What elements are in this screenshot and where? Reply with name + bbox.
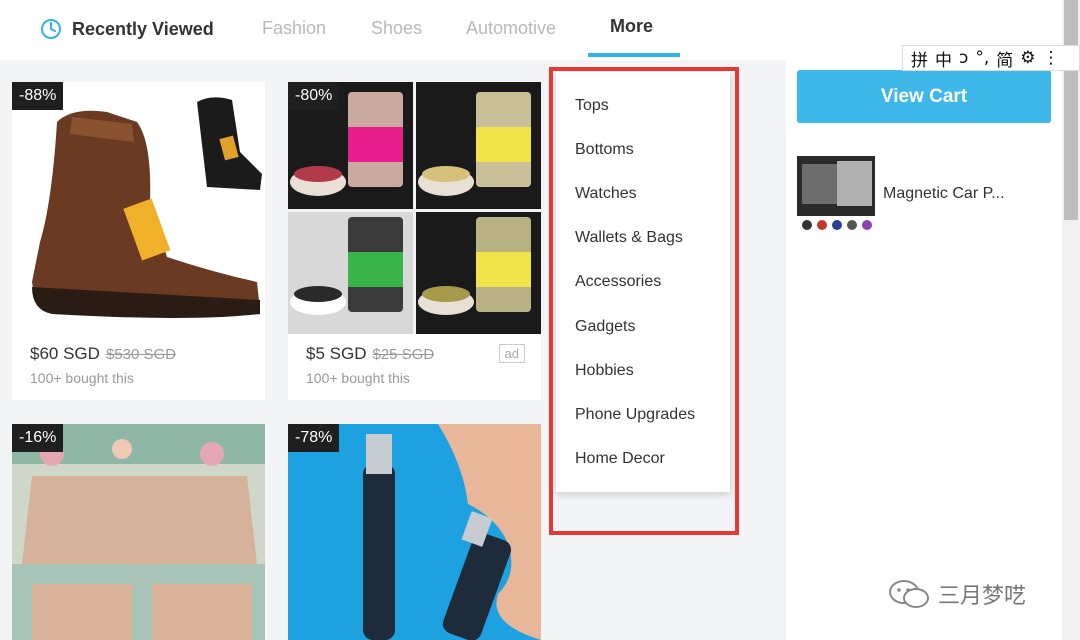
bought-count: 100+ bought this [306,370,410,386]
ime-simplified-icon[interactable]: 简 [996,46,1013,71]
ime-more-icon[interactable]: ⋮ [1043,48,1060,68]
ime-pinyin-icon[interactable]: 拼 [911,46,928,71]
ime-settings-icon[interactable]: ⚙ [1020,48,1035,68]
tab-automotive[interactable]: Automotive [466,18,556,39]
cart-panel [786,60,1062,640]
wechat-icon [889,580,929,608]
ime-chinese-icon[interactable]: 中 [935,46,952,71]
tab-more[interactable]: More [610,16,653,37]
cart-item[interactable]: Magnetic Car P... [797,156,1057,234]
tab-recently-viewed[interactable]: Recently Viewed [40,18,214,40]
menu-item-accessories[interactable]: Accessories [575,273,661,291]
bought-count: 100+ bought this [30,370,134,386]
cart-item-name: Magnetic Car P... [883,185,1005,202]
product-image-tablecloth [12,424,265,640]
product-card[interactable]: -78% [288,424,541,640]
price: $5 SGD $25 SGD [306,344,434,364]
menu-item-tops[interactable]: Tops [575,97,609,115]
view-cart-button[interactable]: View Cart [797,70,1051,123]
ad-badge: ad [498,344,525,363]
tab-recently-viewed-label: Recently Viewed [72,18,214,39]
watermark-text: 三月梦呓 [938,584,1027,609]
current-price: $5 SGD [306,344,367,363]
tab-shoes[interactable]: Shoes [371,18,422,39]
ime-punctuation-icon[interactable]: °, [975,48,989,68]
menu-item-hobbies[interactable]: Hobbies [575,362,634,380]
menu-item-bottoms[interactable]: Bottoms [575,141,634,159]
menu-item-watches[interactable]: Watches [575,185,637,203]
clock-icon [41,19,61,39]
discount-badge: -88% [12,82,64,110]
product-card[interactable]: -16% [12,424,265,640]
price: $60 SGD $530 SGD [30,344,176,364]
menu-item-phone-upgrades[interactable]: Phone Upgrades [575,406,695,424]
menu-item-home-decor[interactable]: Home Decor [575,450,665,468]
more-dropdown-menu: Tops Bottoms Watches Wallets & Bags Acce… [556,72,730,492]
product-image-boot [12,82,265,332]
ime-toolbar: 拼 中 ɔ °, 简 ⚙ ⋮ [902,45,1080,71]
menu-item-gadgets[interactable]: Gadgets [575,318,635,336]
ime-halfwidth-icon[interactable]: ɔ [959,48,968,68]
current-price: $60 SGD [30,344,100,363]
active-tab-indicator [588,53,680,57]
watermark: 三月梦呓 [888,578,1026,610]
scrollbar-thumb[interactable] [1064,0,1078,220]
tab-fashion[interactable]: Fashion [262,18,326,39]
discount-badge: -16% [12,424,64,452]
product-image-nose-trimmer [288,424,541,640]
original-price: $530 SGD [105,346,176,363]
product-card[interactable]: -88% $60 SGD $530 SGD 100+ bought this [12,82,265,400]
menu-item-wallets-bags[interactable]: Wallets & Bags [575,229,683,247]
product-image-tea [288,82,541,334]
discount-badge: -80% [288,82,340,110]
cart-item-thumbnail [797,156,875,234]
original-price: $25 SGD [372,346,435,363]
product-card[interactable]: -80% $5 SGD $25 SGD ad 100+ bought this [288,82,541,400]
discount-badge: -78% [288,424,340,452]
